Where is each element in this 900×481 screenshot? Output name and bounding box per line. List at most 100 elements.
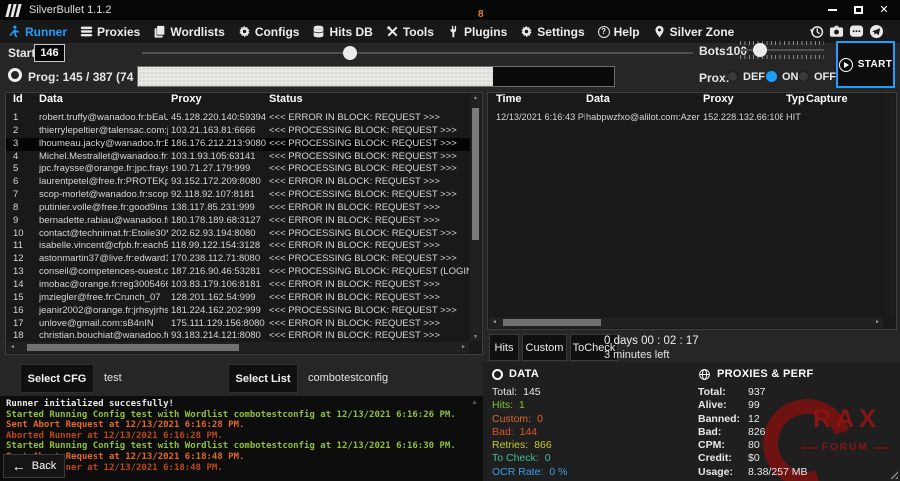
table-row[interactable]: 14 imobac@orange.fr:reg3005466 103.83.17…: [6, 279, 470, 292]
table-row[interactable]: 18 christian.bouchiat@wanadoo.fr:bou 93.…: [6, 330, 470, 342]
scroll-left-icon[interactable]: ◄: [492, 319, 497, 325]
silver-zone-badge: 8: [478, 9, 484, 20]
start-slider-thumb[interactable]: [343, 46, 357, 60]
cell-data: bernadette.rabiau@wanadoo.fr:161: [39, 215, 168, 226]
cell-data: imobac@orange.fr:reg3005466: [39, 279, 168, 290]
cell-proxy: 180.178.189.68:3127: [171, 215, 266, 226]
scroll-right-icon[interactable]: ►: [875, 319, 880, 325]
minimize-button[interactable]: [826, 4, 838, 16]
minimize-icon: [828, 9, 837, 11]
cell-time: 12/13/2021 6:16:43 PM: [496, 112, 585, 122]
table-row[interactable]: 11 isabelle.vincent@cfpb.fr:each5headi 1…: [6, 240, 470, 253]
stat-row: Total: 145: [492, 386, 567, 399]
table-row[interactable]: 4 Michel.Mestrallet@wanadoo.fr:MM- 103.1…: [6, 151, 470, 164]
scroll-right-icon[interactable]: ►: [461, 344, 466, 350]
scroll-down-icon[interactable]: ▼: [470, 334, 481, 340]
proxy-on-radio[interactable]: [766, 71, 777, 82]
table-row[interactable]: 8 putinier.volle@free.fr:good9insti 138.…: [6, 202, 470, 215]
select-list-button[interactable]: Select List: [228, 364, 298, 393]
cell-status: <<< ERROR IN BLOCK: REQUEST >>>: [269, 202, 469, 213]
table-row[interactable]: 12/13/2021 6:16:43 PM habpwzfxo@alilot.c…: [488, 112, 884, 126]
bots-slider-thumb[interactable]: [753, 43, 767, 57]
vertical-scrollbar[interactable]: ▲ ▼: [470, 94, 481, 341]
cell-data: robert.truffy@wanadoo.fr:bEaU42se: [39, 112, 168, 123]
table-row[interactable]: 5 jpc.fraysse@orange.fr:jpc.fraysse 190.…: [6, 163, 470, 176]
table-row[interactable]: 1 robert.truffy@wanadoo.fr:bEaU42se 45.1…: [6, 112, 470, 125]
proxy-def-radio[interactable]: [727, 71, 738, 82]
table-row[interactable]: 2 thierrylepeltier@talensac.com:joke9 10…: [6, 125, 470, 138]
cell-id: 15: [13, 292, 35, 303]
telegram-icon[interactable]: [869, 24, 884, 39]
start-input[interactable]: [34, 44, 65, 62]
proxy-on-label[interactable]: ON: [782, 71, 799, 83]
cell-data: conseil@competences-ouest.com:B: [39, 266, 168, 277]
runner-table-rows: 1 robert.truffy@wanadoo.fr:bEaU42se 45.1…: [6, 112, 470, 342]
cell-id: 3: [13, 138, 35, 149]
table-row[interactable]: 13 conseil@competences-ouest.com:B 187.2…: [6, 266, 470, 279]
menu-item-configs[interactable]: Configs: [238, 25, 300, 39]
scroll-up-icon[interactable]: ▲: [471, 398, 478, 409]
log-line: Started Running Config test with Wordlis…: [6, 410, 483, 421]
scrollbar-thumb[interactable]: [27, 344, 239, 351]
table-row[interactable]: 10 contact@technimat.fr:Etoile30* 202.62…: [6, 228, 470, 241]
menu-item-wordlists[interactable]: Wordlists: [153, 25, 224, 39]
scroll-left-icon[interactable]: ◄: [10, 344, 15, 350]
table-row[interactable]: 6 laurentpetel@free.fr:PROTEKpass 93.152…: [6, 176, 470, 189]
table-row[interactable]: 15 jmziegler@free.fr:Crunch_07 128.201.1…: [6, 292, 470, 305]
proxy-def-label[interactable]: DEF: [743, 71, 765, 83]
app-window: SilverBullet 1.1.2 ✕ Runner Proxies Word…: [0, 0, 900, 481]
close-button[interactable]: ✕: [878, 4, 890, 16]
table-row[interactable]: 12 astonmartin37@live.fr:edward1for 170.…: [6, 253, 470, 266]
menu-item-silver-zone[interactable]: Silver Zone: [653, 25, 735, 39]
select-cfg-button[interactable]: Select CFG: [20, 364, 94, 393]
hits-table: Time Data Proxy Type Capture 12/13/2021 …: [487, 92, 897, 330]
runner-table-header: Id Data Proxy Status: [6, 93, 482, 112]
scrollbar-thumb[interactable]: [503, 319, 601, 326]
vertical-scrollbar[interactable]: [885, 94, 895, 315]
menu-item-tools[interactable]: Tools: [386, 25, 434, 39]
menu-item-settings[interactable]: Settings: [520, 25, 584, 39]
cell-status: <<< ERROR IN BLOCK: REQUEST >>>: [269, 112, 469, 123]
log-line: Sent Abort Request at 12/13/2021 6:18:48…: [6, 452, 483, 463]
messenger-icon[interactable]: [849, 24, 864, 39]
maximize-button[interactable]: [852, 4, 864, 16]
tab-hits[interactable]: Hits: [489, 334, 519, 361]
stat-label: Bad:: [492, 426, 514, 439]
stat-row: CPM: 80: [698, 439, 814, 452]
stat-value: 0: [537, 413, 543, 426]
horizontal-scrollbar[interactable]: ◄ ►: [489, 317, 883, 328]
cell-status: <<< PROCESSING BLOCK: REQUEST >>>: [269, 163, 469, 174]
tab-custom[interactable]: Custom: [522, 334, 567, 361]
back-button[interactable]: ← Back: [3, 454, 65, 478]
camera-icon[interactable]: [829, 24, 844, 39]
scroll-up-icon[interactable]: ▲: [470, 95, 481, 101]
table-row[interactable]: 3 lhoumeau.jacky@wanadoo.fr:B1O2M 186.17…: [6, 138, 470, 151]
history-icon[interactable]: [809, 24, 824, 39]
scrollbar-thumb[interactable]: [472, 108, 479, 240]
log-line: Started Running Config test with Wordlis…: [6, 441, 483, 452]
menu-item-proxies[interactable]: Proxies: [80, 25, 140, 39]
table-row[interactable]: 16 jeanir2002@orange.fr:jrhsyjrhsy 181.2…: [6, 305, 470, 318]
proxy-off-radio[interactable]: [798, 71, 809, 82]
horizontal-scrollbar[interactable]: ◄ ►: [7, 342, 469, 353]
cell-status: <<< PROCESSING BLOCK: REQUEST >>>: [269, 228, 469, 239]
menu-item-hitsdb[interactable]: Hits DB: [312, 25, 372, 39]
menu-item-runner[interactable]: Runner: [8, 25, 67, 39]
progress-spinner-icon: [8, 68, 22, 82]
table-row[interactable]: 17 unlove@gmail.com:sB4nIN 175.111.129.1…: [6, 318, 470, 331]
start-button[interactable]: START: [836, 41, 895, 88]
cell-id: 2: [13, 125, 35, 136]
log-line: Aborted Runner at 12/13/2021 6:16:28 PM.: [6, 431, 483, 442]
cell-id: 12: [13, 253, 35, 264]
start-slider[interactable]: [142, 52, 693, 54]
table-row[interactable]: 7 scop-morlet@wanadoo.fr:scopmorl 92.118…: [6, 189, 470, 202]
configs-gear-icon: [238, 25, 251, 38]
bots-slider[interactable]: [740, 49, 824, 51]
menu-item-help[interactable]: ? Help: [598, 25, 640, 39]
proxy-off-label[interactable]: OFF: [814, 71, 836, 83]
stat-value: 80: [748, 439, 760, 452]
stat-value: 937: [748, 386, 766, 399]
stat-label: Bad:: [698, 426, 748, 439]
menu-item-plugins[interactable]: Plugins: [447, 25, 507, 39]
table-row[interactable]: 9 bernadette.rabiau@wanadoo.fr:161 180.1…: [6, 215, 470, 228]
